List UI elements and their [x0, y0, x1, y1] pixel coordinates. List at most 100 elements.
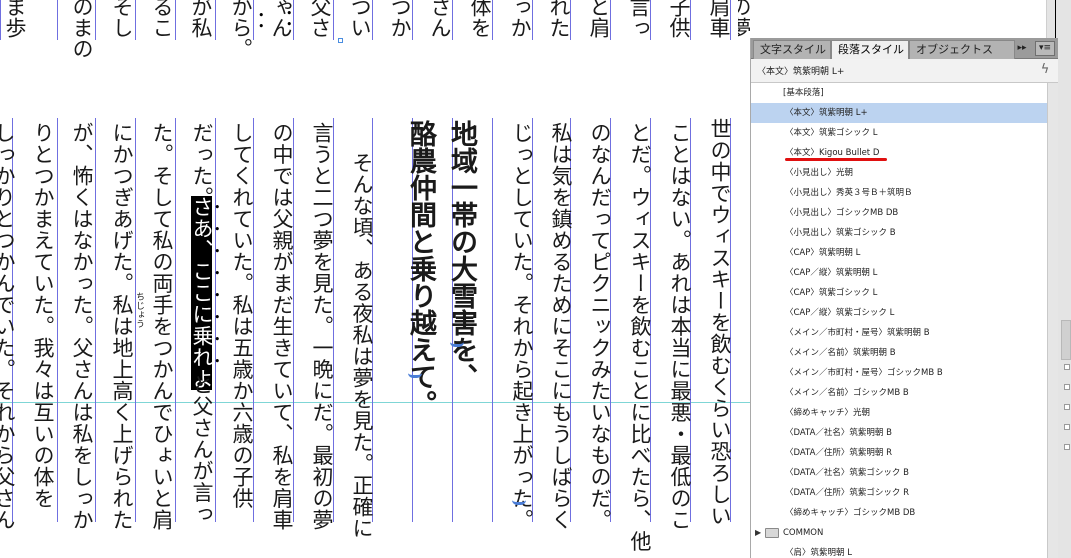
style-item[interactable]: 〈締めキャッチ〉光朝 — [751, 403, 1047, 423]
style-item[interactable]: 〈本文〉Kigou Bullet D — [751, 143, 1047, 163]
text-column: 体を — [468, 0, 492, 38]
frame-guide — [175, 0, 176, 40]
text-column: が私 — [189, 0, 213, 38]
style-item[interactable]: 〈DATA／住所〉筑紫明朝 R — [751, 443, 1047, 463]
text-column: とだ。ウィスキーを飲むことに比べたら、他 — [628, 122, 652, 552]
frame-guide — [57, 0, 58, 40]
frame-guide — [293, 0, 294, 40]
collapse-panel-icon[interactable]: ▸▸ — [1015, 43, 1029, 54]
text-column: じっとしていた。それから起き上がった。 — [510, 122, 534, 531]
text-column: してくれていた。私は五歳か六歳の子供 — [230, 122, 254, 509]
style-item[interactable]: 〈メイン／市町村・屋号〉ゴシックMB B — [751, 363, 1047, 383]
style-item[interactable]: 〈小見出し〉秀英３号Ｂ＋筑明Ｂ — [751, 183, 1047, 203]
style-group-common[interactable]: ▶ COMMON — [751, 523, 1047, 543]
tab-object-styles[interactable]: オブジェクトス — [909, 40, 1015, 59]
text-column: そんな頃、ある夜私は夢を見た。正確に — [350, 152, 374, 539]
text-column: 言うと二つ夢を見た。一晩にだ。最初の夢 — [310, 122, 334, 531]
style-item[interactable]: 〈本文〉筑紫ゴシック L — [751, 123, 1047, 143]
text-column: にかつぎあげた。私は地上高く上げられた — [110, 122, 134, 531]
frame-handle[interactable] — [338, 38, 343, 43]
text-column: 肩車 — [707, 0, 731, 38]
style-item[interactable]: [基本段落] — [751, 83, 1047, 103]
style-item-selected[interactable]: 〈本文〉筑紫明朝 L+ — [751, 103, 1047, 123]
frame-guide — [372, 0, 373, 40]
frame-handle[interactable] — [1064, 384, 1070, 390]
text-column: るこ — [150, 0, 174, 38]
emphasis-dots: • • • • • • • • — [214, 201, 221, 368]
frame-guide — [452, 0, 453, 40]
text-column: 言っ — [627, 0, 651, 38]
text-anchor-icon — [450, 340, 464, 347]
panel-menu-button[interactable]: ▾≡ — [1035, 41, 1055, 56]
text-anchor-icon — [512, 498, 526, 505]
document-canvas[interactable]: ま歩 のまの そし るこ が私 から。 ゃん 父さ つい つか さん 体を っか… — [0, 0, 750, 558]
tab-paragraph-styles[interactable]: 段落スタイル — [831, 40, 909, 59]
text-column: つい — [348, 0, 372, 38]
frame-guide — [95, 0, 96, 40]
style-item[interactable]: 〈肩〉筑紫明朝 L — [751, 543, 1047, 558]
text-column: そし — [110, 0, 134, 38]
frame-guide — [532, 0, 533, 40]
frame-guide — [0, 0, 1, 40]
text-column: れた — [547, 0, 571, 38]
style-item[interactable]: 〈メイン／市町村・屋号〉筑紫明朝 B — [751, 323, 1047, 343]
style-item[interactable]: 〈CAP／縦〉筑紫明朝 L — [751, 263, 1047, 283]
text-column: 子供 — [667, 0, 691, 38]
current-style-label: 〈本文〉筑紫明朝 L+ — [757, 67, 845, 77]
top-text-band: ま歩 のまの そし るこ が私 から。 ゃん 父さ つい つか さん 体を っか… — [0, 0, 750, 59]
lightning-icon[interactable]: ϟ — [1038, 62, 1052, 78]
frame-guide — [215, 0, 216, 40]
text-column: の夢 — [738, 0, 750, 38]
style-item[interactable]: 〈メイン／名前〉筑紫明朝 B — [751, 343, 1047, 363]
text-column: と肩 — [587, 0, 611, 38]
text-column: ま歩 — [3, 0, 27, 38]
style-item[interactable]: 〈小見出し〉筑紫ゴシック B — [751, 223, 1047, 243]
text-column: しっかりとつかんでいた。それから父さん — [0, 122, 16, 531]
frame-guide — [333, 0, 334, 40]
main-text-band: 世の中でウィスキーを飲むくらい恐ろしい ことはない。あれは本当に最悪・最低のこ … — [0, 118, 750, 552]
text-anchor-icon — [408, 371, 422, 378]
frame-handle[interactable] — [1064, 424, 1070, 430]
text-column: から。 — [229, 0, 253, 59]
tab-character-styles[interactable]: 文字スタイル — [753, 40, 831, 59]
frame-handle[interactable] — [1064, 364, 1070, 370]
style-item[interactable]: 〈DATA／住所〉筑紫ゴシック R — [751, 483, 1047, 503]
paragraph-styles-panel: 文字スタイル 段落スタイル オブジェクトス ▸▸ ▾≡ 〈本文〉筑紫明朝 L+ … — [750, 38, 1058, 558]
frame-guide — [492, 0, 493, 40]
text-column: の中では父親がまだ生きていて、私を肩車 — [270, 122, 294, 531]
frame-guide — [412, 0, 413, 40]
text-column: っか — [508, 0, 532, 38]
frame-handle[interactable] — [1064, 404, 1070, 410]
text-column: が、怖くはなかった。父さんは私をしっか — [70, 122, 94, 531]
current-style-row: 〈本文〉筑紫明朝 L+ ϟ — [751, 59, 1058, 83]
style-item[interactable]: 〈メイン／名前〉ゴシックMB B — [751, 383, 1047, 403]
style-item[interactable]: 〈締めキャッチ〉ゴシックMB DB — [751, 503, 1047, 523]
panel-tab-bar: 文字スタイル 段落スタイル オブジェクトス ▸▸ ▾≡ — [751, 38, 1058, 59]
text-column: ことはない。あれは本当に最悪・最低のこ — [668, 122, 692, 531]
style-item[interactable]: 〈CAP〉筑紫明朝 L — [751, 243, 1047, 263]
emphasis-dots: • • — [258, 9, 265, 33]
pasteboard-bar — [1061, 320, 1071, 360]
style-item[interactable]: 〈CAP／縦〉筑紫ゴシック L — [751, 303, 1047, 323]
text-column: さん — [428, 0, 452, 38]
text-column: のまの — [70, 0, 94, 59]
style-item[interactable]: 〈DATA／社名〉筑紫ゴシック B — [751, 463, 1047, 483]
text-column: 世の中でウィスキーを飲むくらい恐ろしい — [708, 118, 732, 527]
style-item[interactable]: 〈DATA／社名〉筑紫明朝 B — [751, 423, 1047, 443]
style-item[interactable]: 〈CAP〉筑紫ゴシック L — [751, 283, 1047, 303]
frame-guide — [95, 118, 96, 522]
frame-guide — [253, 0, 254, 40]
frame-guide — [175, 118, 176, 522]
frame-guide — [57, 118, 58, 522]
text-column: 私は気を鎮めるためにそこにもうしばらく — [549, 122, 573, 531]
frame-handle[interactable] — [1064, 444, 1070, 450]
selected-text[interactable]: さあ、ここに乗れよ — [190, 196, 214, 390]
style-item[interactable]: 〈小見出し〉ゴシックMB DB — [751, 203, 1047, 223]
text-column: のなんだってピクニックみたいなものだ。 — [588, 122, 612, 531]
style-item[interactable]: 〈小見出し〉光朝 — [751, 163, 1047, 183]
panel-scrollbar[interactable] — [1047, 83, 1058, 558]
text-column: りとつかまえていた。我々は互いの体を — [31, 122, 55, 509]
text-column: と父さんが言っ — [190, 374, 214, 525]
headline-line: 地域一帯の大雪害を、 — [446, 120, 477, 390]
text-column: た。そして私の両手をつかんでひょいと肩 — [150, 122, 174, 531]
